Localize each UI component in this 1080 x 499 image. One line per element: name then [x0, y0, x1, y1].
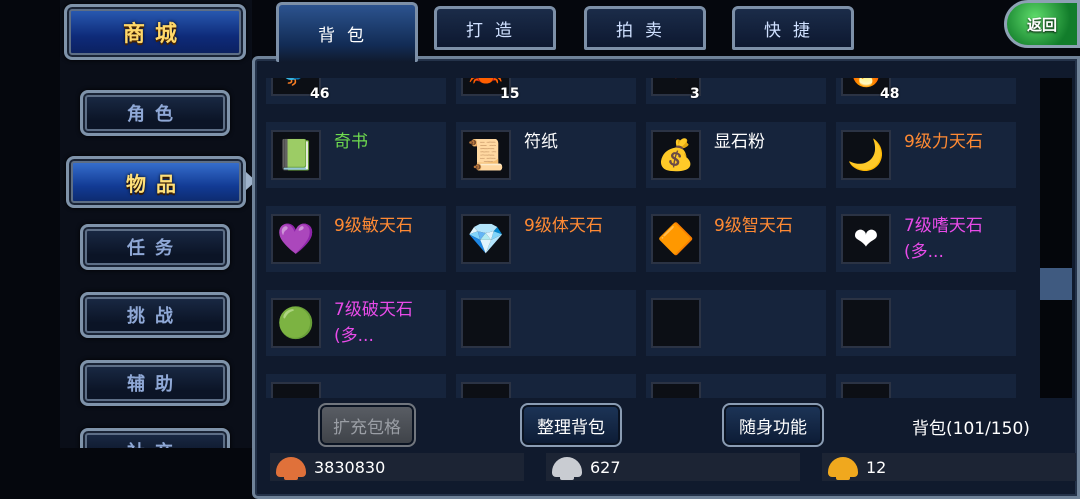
nav-item-role[interactable]: 角色	[80, 90, 230, 136]
blue-diamond-icon: 💎	[461, 214, 511, 264]
button-label: 整理背包	[537, 417, 605, 438]
empty-slot-icon	[841, 382, 891, 398]
sort-bag-button[interactable]: 整理背包	[520, 403, 622, 447]
inventory-slot[interactable]: 🐦 46	[266, 78, 446, 104]
item-name: 9级敏天石	[334, 216, 413, 236]
inventory-slot[interactable]: 📜 符纸	[456, 122, 636, 188]
inventory-slot[interactable]: 💜 9级敏天石	[266, 206, 446, 272]
nav-item-challenge[interactable]: 挑战	[80, 292, 230, 338]
item-count: 48	[880, 86, 900, 102]
tab-label: 打造	[466, 20, 524, 41]
item-grid: 🐦 46 🦀 15 ❤ 3 🔥 48 📗 奇书 📜 符纸 💰 显石粉 🌙 9级力天石 💜 9级敏天…	[262, 78, 1040, 398]
currency-gold: 12	[822, 453, 1076, 481]
nav-item-label: 挑战	[127, 306, 183, 327]
red-heart-icon: ❤	[841, 214, 891, 264]
inventory-slot[interactable]	[456, 374, 636, 398]
item-count: 3	[690, 86, 700, 102]
item-name: 9级体天石	[524, 216, 603, 236]
inventory-slot[interactable]	[646, 374, 826, 398]
nav-item-items[interactable]: 物品	[66, 156, 246, 208]
nav-item-assist[interactable]: 辅助	[80, 360, 230, 406]
gold-shell-icon	[828, 457, 858, 480]
portable-functions-button[interactable]: 随身功能	[722, 403, 824, 447]
item-name: 7级破天石(多...	[334, 300, 413, 346]
item-name: 9级智天石	[714, 216, 793, 236]
copper-shell-icon	[276, 457, 306, 480]
nav-item-label: 辅助	[127, 374, 183, 395]
back-button-label: 返回	[1026, 15, 1057, 34]
currency-value: 627	[590, 457, 621, 477]
nav-item-quests[interactable]: 任务	[80, 224, 230, 270]
back-button[interactable]: 返回	[1004, 0, 1080, 48]
inventory-slot[interactable]: ❤ 3	[646, 78, 826, 104]
inventory-slot[interactable]: 🟢 7级破天石(多...	[266, 290, 446, 356]
inventory-slot[interactable]: ❤ 7级嗜天石(多...	[836, 206, 1016, 272]
scrollbar-thumb[interactable]	[1040, 268, 1072, 300]
currency-copper: 3830830	[270, 453, 524, 481]
empty-slot-icon	[651, 298, 701, 348]
empty-slot-icon	[271, 382, 321, 398]
inventory-slot[interactable]	[456, 290, 636, 356]
book-icon: 📗	[271, 130, 321, 180]
inventory-slot[interactable]: 🦀 15	[456, 78, 636, 104]
tab-label: 背包	[318, 26, 376, 46]
button-label: 随身功能	[739, 417, 807, 438]
bag-capacity: 背包(101/150)	[912, 419, 1030, 439]
item-name: 7级嗜天石(多...	[904, 216, 983, 262]
inventory-slot[interactable]	[266, 374, 446, 398]
inventory-slot[interactable]: 🔶 9级智天石	[646, 206, 826, 272]
tab-craft[interactable]: 打造	[434, 6, 556, 50]
item-name: 9级力天石	[904, 132, 983, 152]
inventory-slot[interactable]: 💎 9级体天石	[456, 206, 636, 272]
item-count: 15	[500, 86, 520, 102]
inventory-slot[interactable]	[836, 290, 1016, 356]
currency-value: 12	[866, 457, 887, 477]
empty-slot-icon	[651, 382, 701, 398]
inventory-slot[interactable]	[836, 374, 1016, 398]
nav-item-label: 物品	[126, 171, 186, 196]
scrollbar-track[interactable]	[1040, 78, 1072, 398]
tab-label: 快捷	[764, 20, 822, 41]
nav-scroll-clip	[60, 448, 252, 499]
inventory-slot[interactable]: 🌙 9级力天石	[836, 122, 1016, 188]
item-name: 奇书	[334, 132, 368, 152]
purple-crystal-icon: 💜	[271, 214, 321, 264]
empty-slot-icon	[461, 298, 511, 348]
expand-slots-button[interactable]: 扩充包格	[318, 403, 416, 447]
tab-label: 拍卖	[616, 20, 674, 41]
inventory-slot[interactable]	[646, 290, 826, 356]
currency-silver: 627	[546, 453, 800, 481]
orange-hexagon-icon: 🔶	[651, 214, 701, 264]
empty-slot-icon	[461, 382, 511, 398]
shop-button[interactable]: 商城	[64, 4, 246, 60]
inventory-slot[interactable]: 💰 显石粉	[646, 122, 826, 188]
item-name: 符纸	[524, 132, 558, 152]
nav-item-label: 角色	[127, 104, 183, 125]
tab-backpack[interactable]: 背包	[276, 2, 418, 62]
green-orb-icon: 🟢	[271, 298, 321, 348]
shop-button-label: 商城	[122, 21, 187, 47]
talisman-icon: 📜	[461, 130, 511, 180]
item-count: 46	[310, 86, 330, 102]
currency-value: 3830830	[314, 457, 386, 477]
tab-quick[interactable]: 快捷	[732, 6, 854, 50]
inventory-slot[interactable]: 📗 奇书	[266, 122, 446, 188]
silver-shell-icon	[552, 457, 582, 480]
inventory-slot[interactable]: 🔥 48	[836, 78, 1016, 104]
powder-bag-icon: 💰	[651, 130, 701, 180]
nav-item-label: 任务	[127, 238, 183, 259]
tab-auction[interactable]: 拍卖	[584, 6, 706, 50]
empty-slot-icon	[841, 298, 891, 348]
item-name: 显石粉	[714, 132, 765, 152]
moon-star-icon: 🌙	[841, 130, 891, 180]
button-label: 扩充包格	[333, 417, 401, 438]
